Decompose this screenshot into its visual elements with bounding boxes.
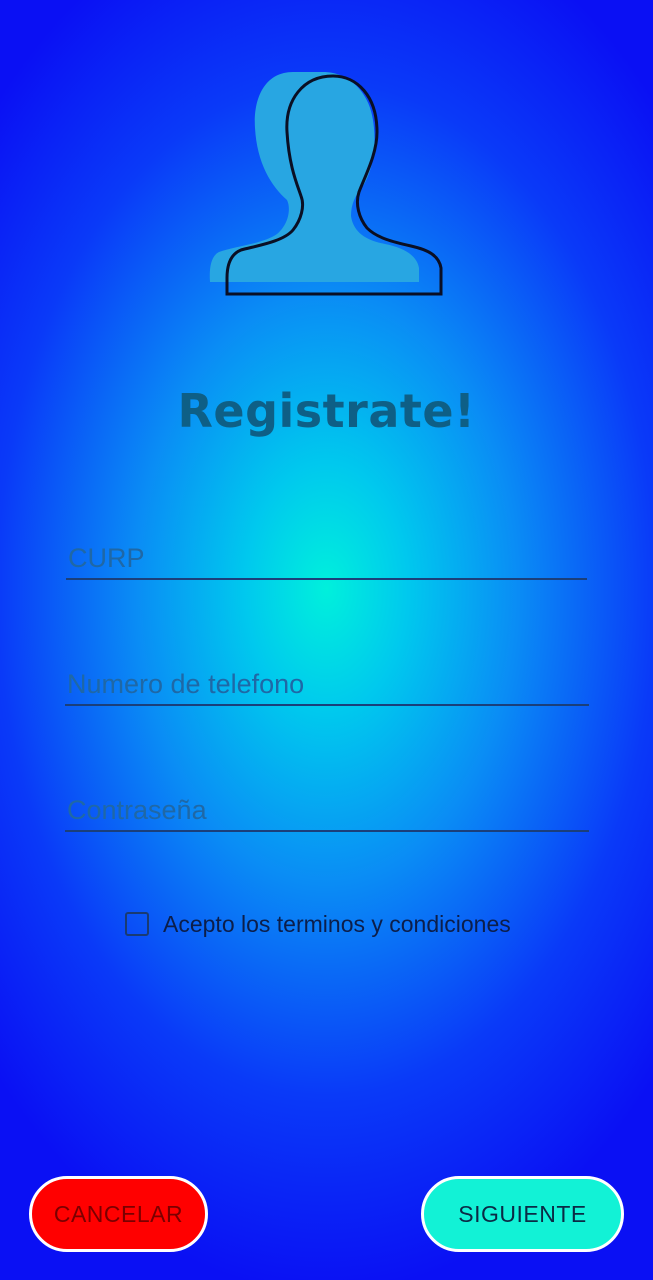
- phone-input[interactable]: [65, 669, 593, 700]
- password-field[interactable]: [65, 780, 593, 832]
- terms-label: Acepto los terminos y condiciones: [163, 910, 511, 937]
- page-title: Registrate!: [177, 384, 476, 438]
- next-button[interactable]: SIGUIENTE: [421, 1176, 624, 1252]
- user-silhouette-icon: [205, 68, 450, 300]
- password-input[interactable]: [65, 795, 593, 826]
- phone-field[interactable]: [65, 654, 593, 706]
- cancel-button[interactable]: CANCELAR: [29, 1176, 208, 1252]
- curp-field[interactable]: [66, 528, 591, 580]
- terms-checkbox[interactable]: [125, 912, 149, 936]
- terms-checkbox-row[interactable]: Acepto los terminos y condiciones: [125, 908, 511, 940]
- curp-input[interactable]: [66, 543, 591, 574]
